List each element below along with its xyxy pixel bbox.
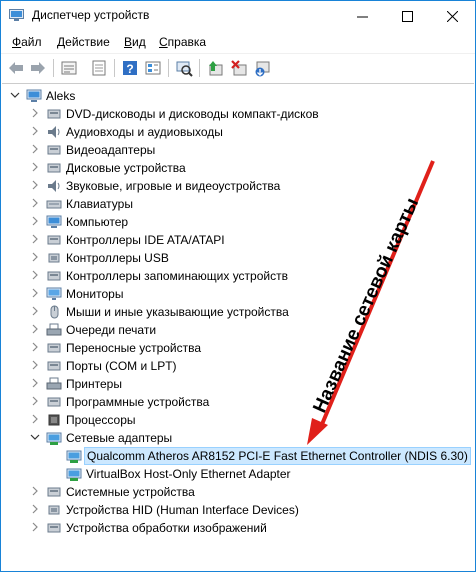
device-manager-window: Диспетчер устройств Файл Действие Вид Сп… [0, 0, 476, 572]
annotation-overlay: Название сетевой карты [307, 160, 435, 445]
annotation-text: Название сетевой карты [309, 195, 423, 416]
